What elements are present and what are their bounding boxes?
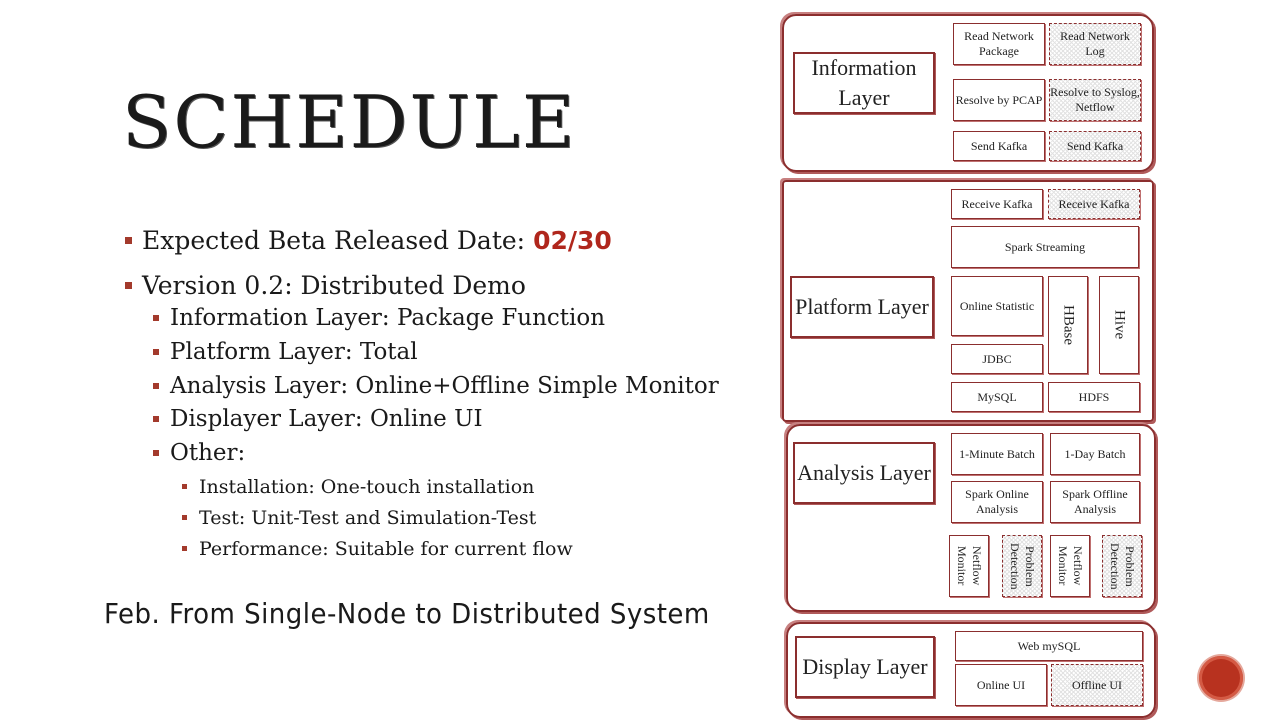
spark-streaming-box: Spark Streaming [951,226,1139,268]
beta-date-label: Expected Beta Released Date: [142,226,534,255]
one-minute-batch-box: 1-Minute Batch [951,433,1043,475]
online-statistic-box: Online Statistic [951,276,1043,336]
jdbc-box: JDBC [951,344,1043,374]
offline-ui-box: Offline UI [1051,664,1143,706]
one-day-batch-box: 1-Day Batch [1050,433,1140,475]
slide-nav-circle-icon[interactable] [1199,656,1243,700]
spark-online-analysis-box: Spark Online Analysis [951,481,1043,523]
bullet-information-layer: Information Layer: Package Function [152,305,606,331]
platform-layer-label: Platform Layer [790,276,934,338]
bullet-other: Other: [152,440,246,466]
netflow-monitor-box: Netflow Monitor [949,535,989,597]
problem-detection-box: Problem Detection [1002,535,1042,597]
problem-detection-box-2: Problem Detection [1102,535,1142,597]
spark-offline-analysis-box: Spark Offline Analysis [1050,481,1140,523]
bullet-test: Test: Unit-Test and Simulation-Test [181,507,537,529]
netflow-monitor-box-2: Netflow Monitor [1050,535,1090,597]
web-mysql-box: Web mySQL [955,631,1143,661]
display-layer-label: Display Layer [795,636,935,698]
beta-date-value: 02/30 [533,226,612,255]
receive-kafka-box: Receive Kafka [951,189,1043,219]
resolve-pcap-box: Resolve by PCAP [953,79,1045,121]
resolve-syslog-netflow-box: Resolve to Syslog, Netflow [1049,79,1141,121]
online-ui-box: Online UI [955,664,1047,706]
read-network-package-box: Read Network Package [953,23,1045,65]
bullet-beta-date: Expected Beta Released Date: 02/30 [125,226,612,255]
read-network-log-box: Read Network Log [1049,23,1141,65]
slide-title: SCHEDULE [122,80,577,164]
analysis-layer-label: Analysis Layer [793,442,935,504]
hive-box: Hive [1099,276,1139,374]
send-kafka-box-2: Send Kafka [1049,131,1141,161]
hdfs-box: HDFS [1048,382,1140,412]
bullet-performance: Performance: Suitable for current flow [182,538,573,560]
footer-note: Feb. From Single-Node to Distributed Sys… [104,597,710,630]
information-layer-label: Information Layer [793,52,935,114]
bullet-platform-layer: Platform Layer: Total [153,339,418,365]
bullet-analysis-layer: Analysis Layer: Online+Offline Simple Mo… [153,373,719,399]
mysql-box: MySQL [951,382,1043,412]
bullet-version: Version 0.2: Distributed Demo [125,271,526,300]
send-kafka-box: Send Kafka [953,131,1045,161]
bullet-displayer-layer: Displayer Layer: Online UI [153,406,483,432]
hbase-box: HBase [1048,276,1088,374]
bullet-installation: Installation: One-touch installation [181,476,535,498]
receive-kafka-box-2: Receive Kafka [1048,189,1140,219]
